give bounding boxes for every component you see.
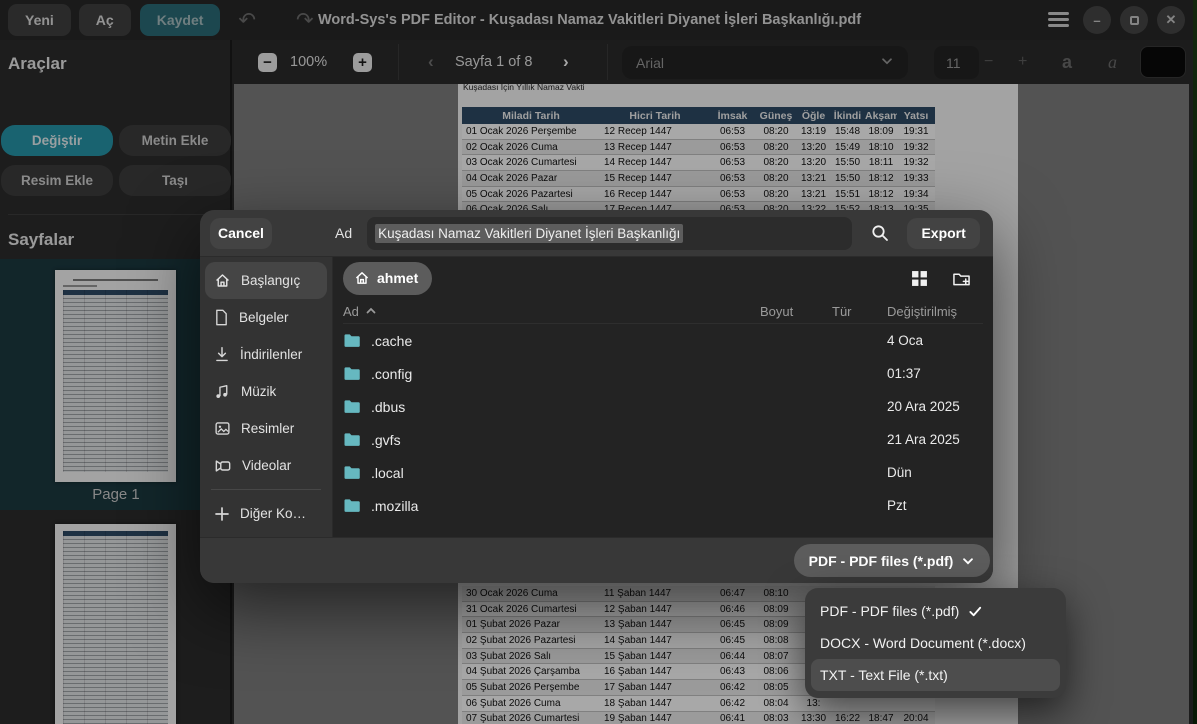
place-label: Videolar (242, 458, 291, 473)
list-header-row: Ad Boyut Tür Değiştirilmiş (343, 299, 983, 324)
filename-label: Ad (335, 225, 352, 241)
check-icon (968, 604, 983, 619)
file-name: .mozilla (371, 498, 418, 514)
file-name: .gvfs (371, 432, 401, 448)
file-name: .local (371, 465, 404, 481)
type-header[interactable]: Tür (832, 304, 887, 319)
sort-ascending-icon (365, 305, 377, 317)
file-row[interactable]: .mozilla Pzt (343, 489, 983, 522)
file-modified: 20 Ara 2025 (887, 399, 983, 414)
file-name: .config (371, 366, 412, 382)
file-row[interactable]: .dbus 20 Ara 2025 (343, 390, 983, 423)
export-button[interactable]: Export (907, 218, 980, 249)
places-divider (211, 489, 321, 490)
cancel-button[interactable]: Cancel (210, 218, 272, 249)
folder-icon (343, 333, 361, 348)
folder-icon (343, 498, 361, 513)
screen: Yeni Aç Kaydet ↶ ↷ Word-Sys's PDF Editor… (0, 0, 1197, 724)
place-music[interactable]: Müzik (205, 373, 327, 410)
place-label: Diğer Ko… (240, 506, 306, 521)
place-documents[interactable]: Belgeler (205, 299, 327, 336)
file-modified: 4 Oca (887, 333, 983, 348)
file-row[interactable]: .gvfs 21 Ara 2025 (343, 423, 983, 456)
file-modified: Pzt (887, 498, 983, 513)
filetype-label: PDF - PDF files (*.pdf) (809, 553, 954, 569)
file-modified: 21 Ara 2025 (887, 432, 983, 447)
sort-by-name-header[interactable]: Ad (343, 304, 760, 319)
chevron-down-icon (961, 554, 975, 568)
place-label: Müzik (241, 384, 276, 399)
folder-icon (343, 432, 361, 447)
place-label: Başlangıç (241, 273, 300, 288)
search-icon[interactable] (870, 223, 890, 243)
folder-icon (343, 465, 361, 480)
home-icon (354, 270, 370, 286)
menu-item-label: PDF - PDF files (*.pdf) (820, 603, 959, 619)
video-icon (214, 458, 232, 474)
places-sidebar: Başlangıç Belgeler İndirilenler Müzik Re… (200, 257, 333, 537)
place-label: Belgeler (239, 310, 289, 325)
folder-icon (343, 366, 361, 381)
file-pane: ahmet Ad Boyut Tür (333, 257, 993, 537)
breadcrumb-label: ahmet (377, 270, 418, 286)
image-icon (214, 420, 231, 437)
place-videos[interactable]: Videolar (205, 447, 327, 484)
file-modified: Dün (887, 465, 983, 480)
dialog-body: Başlangıç Belgeler İndirilenler Müzik Re… (200, 257, 993, 537)
filetype-dropdown-button[interactable]: PDF - PDF files (*.pdf) (794, 544, 990, 577)
file-modified: 01:37 (887, 366, 983, 381)
export-dialog: Cancel Ad Kuşadası Namaz Vakitleri Diyan… (200, 210, 993, 583)
file-list: .cache 4 Oca .config (343, 324, 983, 522)
menu-item-label: TXT - Text File (*.txt) (820, 667, 948, 683)
size-header[interactable]: Boyut (760, 304, 832, 319)
file-name: .cache (371, 333, 412, 349)
place-label: İndirilenler (240, 347, 302, 362)
file-name: .dbus (371, 399, 405, 415)
place-label: Resimler (241, 421, 294, 436)
menu-item-docx[interactable]: DOCX - Word Document (*.docx) (811, 627, 1060, 659)
file-row[interactable]: .local Dün (343, 456, 983, 489)
breadcrumb-home[interactable]: ahmet (343, 262, 432, 295)
breadcrumb-row: ahmet (343, 257, 983, 299)
place-downloads[interactable]: İndirilenler (205, 336, 327, 373)
place-other-locations[interactable]: Diğer Ko… (205, 495, 327, 532)
grid-view-button[interactable] (911, 270, 928, 287)
home-icon (214, 272, 231, 289)
music-icon (214, 383, 231, 400)
filename-value: Kuşadası Namaz Vakitleri Diyanet İşleri … (375, 224, 683, 243)
name-header-label: Ad (343, 304, 359, 319)
menu-item-txt[interactable]: TXT - Text File (*.txt) (811, 659, 1060, 691)
document-icon (214, 309, 229, 326)
folder-icon (343, 399, 361, 414)
dialog-footer: PDF - PDF files (*.pdf) (200, 537, 993, 583)
menu-item-pdf[interactable]: PDF - PDF files (*.pdf) (811, 595, 1060, 627)
place-home[interactable]: Başlangıç (205, 262, 327, 299)
filename-input[interactable]: Kuşadası Namaz Vakitleri Diyanet İşleri … (367, 217, 852, 250)
filetype-menu: PDF - PDF files (*.pdf) DOCX - Word Docu… (805, 588, 1066, 698)
menu-item-label: DOCX - Word Document (*.docx) (820, 635, 1026, 651)
file-row[interactable]: .config 01:37 (343, 357, 983, 390)
dialog-header: Cancel Ad Kuşadası Namaz Vakitleri Diyan… (200, 210, 993, 257)
modified-header[interactable]: Değiştirilmiş (887, 304, 983, 319)
plus-icon (214, 506, 230, 522)
new-folder-button[interactable] (952, 270, 971, 287)
download-icon (214, 346, 230, 363)
place-pictures[interactable]: Resimler (205, 410, 327, 447)
file-row[interactable]: .cache 4 Oca (343, 324, 983, 357)
